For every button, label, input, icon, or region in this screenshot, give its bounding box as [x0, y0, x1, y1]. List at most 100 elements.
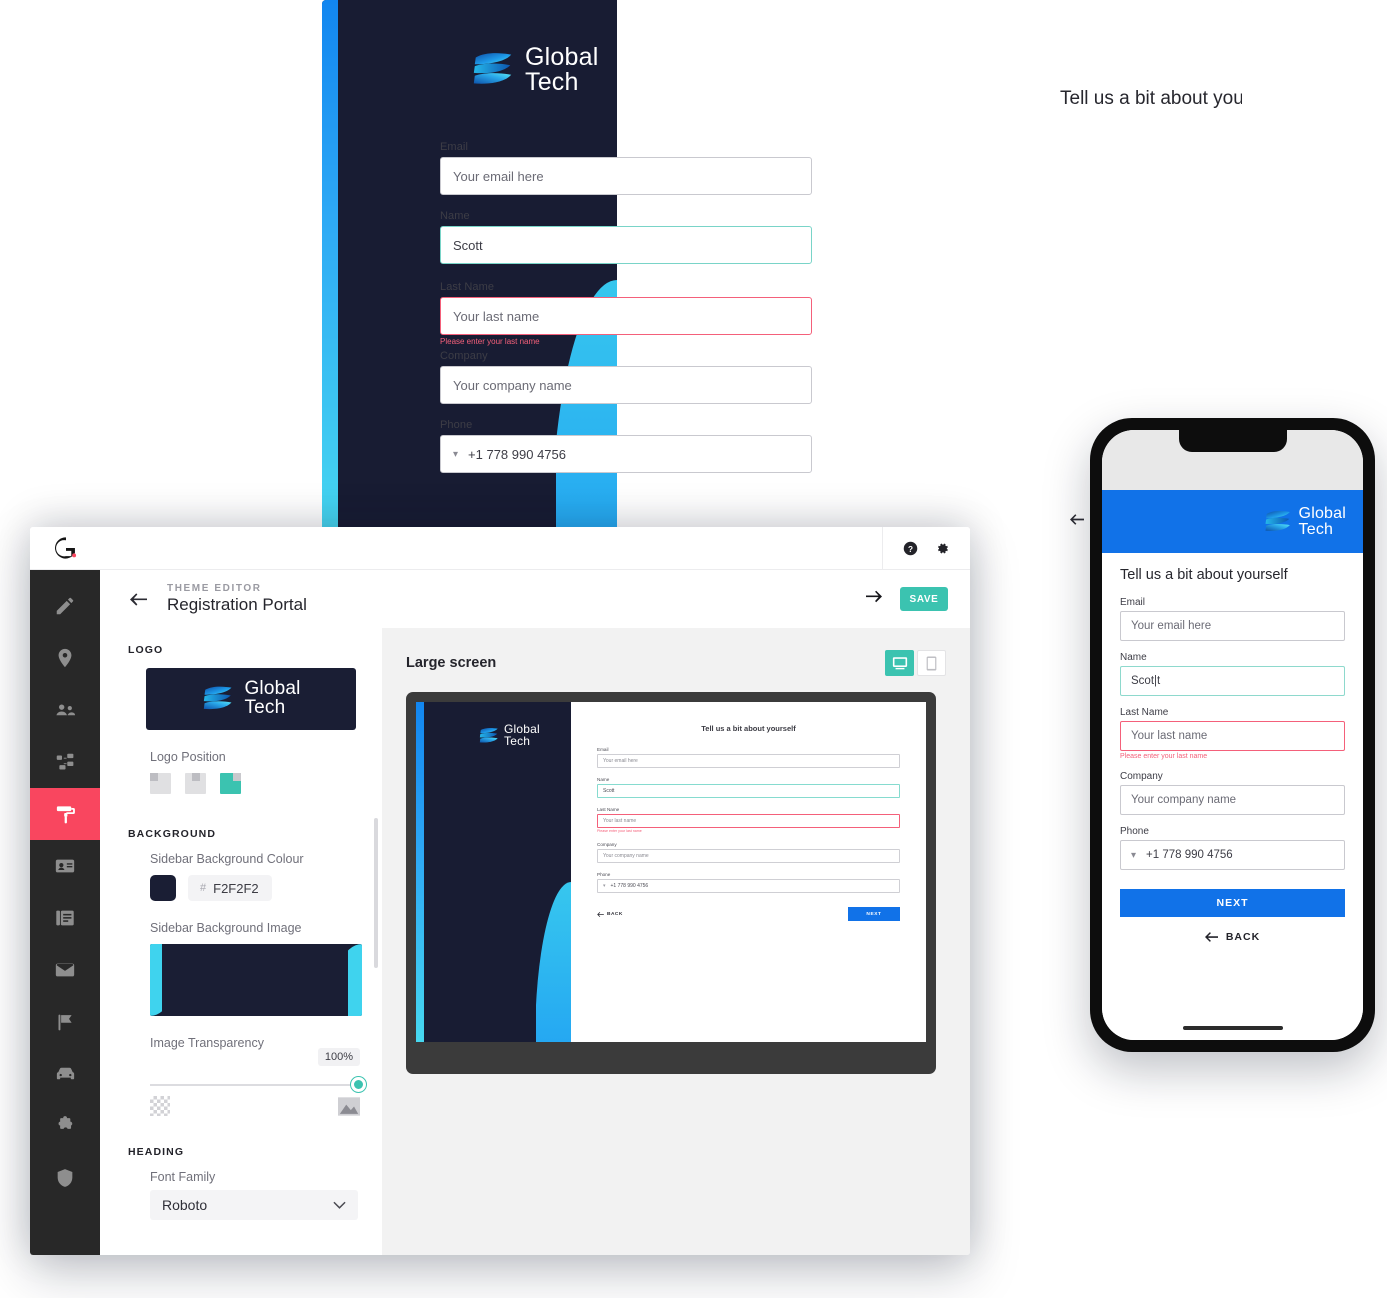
last-name-error: Please enter your last name	[597, 829, 642, 833]
preview-navy-body	[162, 944, 348, 1016]
back-label: BACK	[607, 911, 623, 917]
next-button[interactable]: NEXT	[1120, 889, 1345, 917]
app-logo[interactable]	[30, 535, 102, 561]
desktop-view-button[interactable]	[885, 650, 914, 676]
phone-brand-banner: Global Tech	[1102, 490, 1363, 553]
company-input[interactable]: Your company name	[597, 849, 900, 863]
caret-down-icon[interactable]: ▾	[1131, 850, 1136, 861]
field-label: Phone	[1120, 826, 1149, 837]
last-name-input[interactable]: Your last name	[597, 814, 900, 828]
phone-screen: Global Tech Tell us a bit about yourself…	[1102, 430, 1363, 1040]
email-input[interactable]: Your email here	[1120, 611, 1345, 641]
global-tech-logo: Global Tech	[478, 723, 540, 748]
shield-icon	[57, 1169, 73, 1187]
field-label: Email	[1120, 597, 1146, 608]
rail-item-badge[interactable]	[30, 840, 100, 892]
field-name: Name Scott	[440, 210, 812, 264]
transparency-value: 100%	[317, 1048, 360, 1066]
back-button[interactable]: BACK	[597, 911, 623, 917]
rail-item-sitemap[interactable]	[30, 736, 100, 788]
rail-item-parking[interactable]	[30, 1048, 100, 1100]
logo-position-options	[150, 773, 382, 794]
logo-position-center[interactable]	[185, 773, 206, 794]
phone-mockup: Global Tech Tell us a bit about yourself…	[1090, 418, 1375, 1052]
monitor-mockup: Global Tech Tell us a bit about yourself…	[406, 692, 936, 1074]
editor-header-actions: SAVE	[866, 587, 948, 611]
name-input[interactable]: Scot|t	[1120, 666, 1345, 696]
save-button[interactable]: SAVE	[900, 587, 948, 611]
global-tech-ribbon-logo	[479, 727, 498, 743]
preview-field-last-name: Last Name Your last name Please enter yo…	[597, 807, 900, 833]
phone-input[interactable]: ▾ +1 778 990 4756	[440, 435, 812, 473]
name-input[interactable]: Scott	[597, 784, 900, 798]
logo-position-right[interactable]	[220, 773, 241, 794]
theme-preview-pane: Large screen Global Tech Tell us a bit a…	[382, 628, 970, 1255]
company-input[interactable]: Your company name	[1120, 785, 1345, 815]
section-logo-label: LOGO	[128, 644, 164, 656]
rail-item-messages[interactable]	[30, 944, 100, 996]
rail-item-pin[interactable]	[30, 632, 100, 684]
phone-field-last-name: Last Name Your last name Please enter yo…	[1120, 707, 1345, 760]
rail-item-pencil[interactable]	[30, 580, 100, 632]
back-label: BACK	[1225, 931, 1261, 943]
editor-back-button[interactable]	[130, 592, 147, 606]
rail-item-people[interactable]	[30, 684, 100, 736]
phone-input[interactable]: ▾ +1 778 990 4756	[597, 879, 900, 893]
slider-knob[interactable]	[351, 1077, 366, 1092]
phone-field-phone: Phone ▾ +1 778 990 4756	[1120, 826, 1345, 870]
global-tech-ribbon-logo	[1265, 510, 1290, 531]
logo-position-left[interactable]	[150, 773, 171, 794]
field-label: Name	[1120, 652, 1147, 663]
phone-notch	[1178, 430, 1287, 452]
screenshot-stage: Global Tech Tell us a bit about yourself…	[0, 0, 1387, 1298]
email-input[interactable]: Your email here	[597, 754, 900, 768]
rail-item-reports[interactable]	[30, 996, 100, 1048]
puzzle-icon	[58, 1116, 73, 1129]
phone-form-body: Tell us a bit about yourself Email Your …	[1102, 553, 1363, 1040]
email-input[interactable]: Your email here	[440, 157, 812, 195]
logo-word-2: Tech	[244, 697, 286, 718]
theme-editor-window: ? THEME EDITOR Registration Portal SAVE …	[30, 527, 970, 1255]
arrow-left-icon	[597, 911, 604, 917]
caret-down-icon[interactable]: ▾	[603, 883, 606, 889]
field-label: Name	[597, 777, 610, 782]
font-family-select[interactable]: Roboto	[150, 1190, 358, 1220]
mobile-view-button[interactable]	[917, 650, 946, 676]
pencil-icon	[56, 597, 74, 615]
logo-position-label: Logo Position	[150, 750, 226, 764]
gear-icon[interactable]	[934, 540, 952, 558]
next-button[interactable]: NEXT	[848, 907, 900, 921]
last-name-input[interactable]: Your last name	[1120, 721, 1345, 751]
back-button[interactable]: BACK	[1120, 931, 1345, 943]
name-input[interactable]: Scott	[440, 226, 812, 264]
help-circle-icon[interactable]: ?	[902, 540, 920, 558]
field-label: Last Name	[440, 281, 495, 293]
editor-icon-rail	[30, 570, 100, 1255]
preview-field-company: Company Your company name	[597, 842, 900, 863]
form-heading: Tell us a bit about yourself	[1060, 88, 1242, 109]
rail-item-theme[interactable]	[30, 788, 100, 840]
colour-swatch[interactable]	[150, 875, 176, 901]
logo-preview[interactable]: Global Tech	[146, 668, 356, 730]
phone-field-email: Email Your email here	[1120, 597, 1345, 641]
car-icon	[56, 1067, 74, 1079]
rail-item-security[interactable]	[30, 1152, 100, 1204]
logo-wordmark: Global Tech	[1299, 505, 1346, 537]
last-name-input[interactable]: Your last name	[440, 297, 812, 335]
sidebar-bg-image-preview[interactable]	[150, 944, 362, 1016]
phone-input[interactable]: ▾ +1 778 990 4756	[1120, 840, 1345, 870]
arrow-right-icon[interactable]	[866, 590, 882, 608]
colour-hex-input[interactable]: # F2F2F2	[188, 875, 272, 901]
logo-wordmark: Global Tech	[244, 680, 300, 717]
phone-value: +1 778 990 4756	[1146, 849, 1233, 861]
field-phone: Phone ▾ +1 778 990 4756	[440, 419, 812, 473]
company-input[interactable]: Your company name	[440, 366, 812, 404]
rail-item-documents[interactable]	[30, 892, 100, 944]
caret-down-icon[interactable]: ▾	[453, 449, 458, 460]
rail-item-integrations[interactable]	[30, 1100, 100, 1152]
slider-track[interactable]	[150, 1084, 360, 1086]
flag-icon	[58, 1014, 72, 1030]
image-icon	[338, 1096, 360, 1116]
panel-scrollbar[interactable]	[374, 818, 378, 968]
image-transparency-slider[interactable]: 100%	[150, 1048, 366, 1096]
